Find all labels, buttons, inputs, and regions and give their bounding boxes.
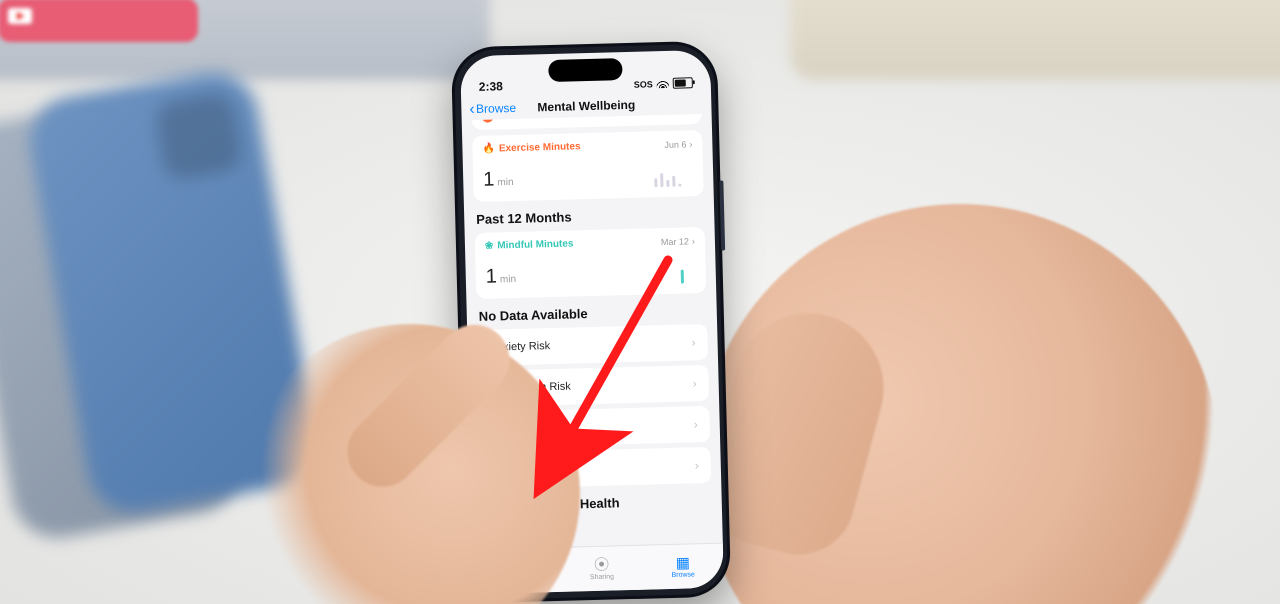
back-label: Browse xyxy=(476,101,516,116)
tab-label: Browse xyxy=(671,571,695,579)
card-value: 1 xyxy=(483,168,495,191)
card-unit: min xyxy=(497,177,513,188)
grid-icon: ▦ xyxy=(676,555,691,570)
section-header-past: Past 12 Months xyxy=(476,206,702,227)
chevron-right-icon: › xyxy=(692,376,696,390)
wifi-icon xyxy=(657,79,669,88)
dynamic-island xyxy=(548,58,623,82)
camera-bump xyxy=(153,91,243,181)
card-label: Exercise Minutes xyxy=(499,141,581,154)
page-title: Mental Wellbeing xyxy=(537,98,635,115)
card-date: Mar 12 xyxy=(661,236,689,247)
mindful-icon: ❀ xyxy=(485,241,494,252)
tab-browse[interactable]: ▦ Browse xyxy=(671,555,695,579)
tab-sharing[interactable]: ⦿ Sharing xyxy=(589,557,614,581)
chevron-right-icon: › xyxy=(691,335,695,349)
exercise-minutes-card[interactable]: 🔥 Exercise Minutes Jun 6 › 1 min xyxy=(472,130,704,202)
back-button[interactable]: ‹ Browse xyxy=(469,95,516,122)
card-label: Mindful Minutes xyxy=(497,238,573,251)
chevron-right-icon: › xyxy=(695,458,699,472)
status-time: 2:38 xyxy=(479,79,503,94)
chevron-right-icon: › xyxy=(692,236,695,246)
card-value: 1 xyxy=(485,265,497,288)
card-date: Jun 6 xyxy=(664,139,686,150)
status-sos: SOS xyxy=(634,79,653,89)
section-header-nodata: No Data Available xyxy=(479,303,705,324)
ipad-corner xyxy=(0,0,198,42)
youtube-icon xyxy=(8,8,32,24)
tab-label: Sharing xyxy=(590,573,614,581)
spark-bars xyxy=(654,165,682,188)
flame-icon: 🔥 xyxy=(482,143,495,154)
chevron-right-icon: › xyxy=(694,417,698,431)
card-unit: min xyxy=(500,274,516,285)
spark-bars xyxy=(680,262,684,284)
chevron-right-icon: › xyxy=(689,139,692,149)
index-finger xyxy=(333,310,524,501)
laptop-right xyxy=(790,0,1280,80)
chevron-right-icon: › xyxy=(687,114,691,118)
mindful-minutes-card[interactable]: ❀ Mindful Minutes Mar 12 › 1 min xyxy=(475,227,707,299)
photo-scene: 2:38 SOS ‹ Browse Mental Wellbeing ⬤41 m… xyxy=(0,0,1280,604)
people-icon: ⦿ xyxy=(594,557,609,572)
chevron-left-icon: ‹ xyxy=(469,101,475,118)
battery-icon xyxy=(673,77,693,89)
